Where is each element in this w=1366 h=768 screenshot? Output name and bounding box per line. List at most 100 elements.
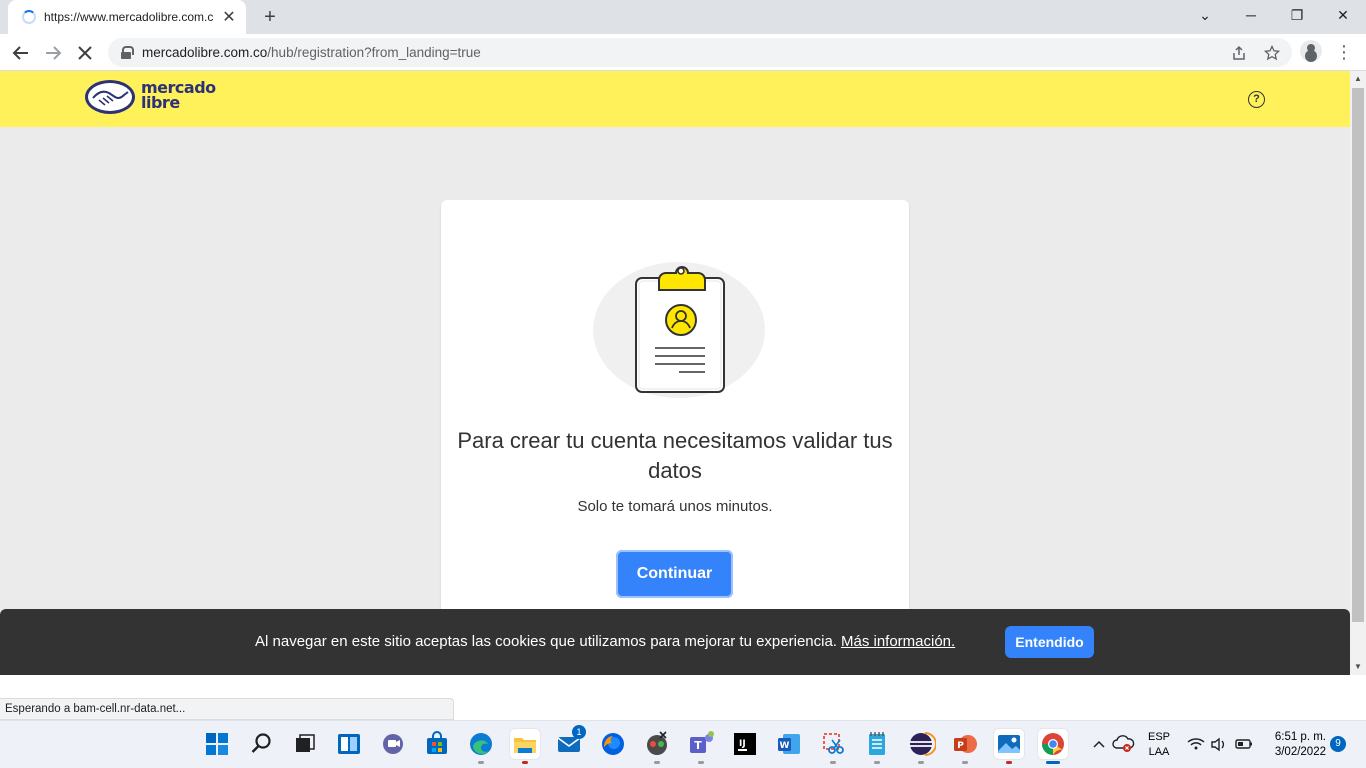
intellij-button[interactable]: IJ xyxy=(730,729,760,759)
word-button[interactable]: W xyxy=(774,729,804,759)
page-viewport: mercado libre ? Para crear tu cuenta nec… xyxy=(0,71,1350,675)
quick-settings-button[interactable] xyxy=(1184,729,1258,759)
snipping-tool-icon xyxy=(823,733,844,754)
share-icon[interactable] xyxy=(1226,40,1252,66)
notepad-button[interactable] xyxy=(862,729,892,764)
continue-button[interactable]: Continuar xyxy=(616,550,733,598)
notification-count-badge[interactable]: 9 xyxy=(1330,736,1346,752)
scrollbar-thumb[interactable] xyxy=(1352,88,1364,622)
close-window-button[interactable]: ✕ xyxy=(1320,0,1366,30)
back-arrow-icon xyxy=(12,46,28,60)
git-client-button[interactable] xyxy=(642,729,672,764)
forward-button[interactable] xyxy=(40,40,66,66)
intellij-icon: IJ xyxy=(734,733,756,755)
registration-card: Para crear tu cuenta necesitamos validar… xyxy=(441,200,909,620)
scroll-down-icon[interactable]: ▼ xyxy=(1350,659,1366,675)
snipping-running-indicator xyxy=(830,761,836,764)
tab-title: https://www.mercadolibre.com.co xyxy=(44,10,214,24)
svg-text:W: W xyxy=(780,741,790,751)
eclipse-button[interactable] xyxy=(906,729,937,764)
file-explorer-button[interactable] xyxy=(510,729,540,764)
notepad-icon xyxy=(869,732,885,755)
chrome-icon xyxy=(1042,733,1064,755)
svg-text:P: P xyxy=(957,741,964,751)
firefox-button[interactable] xyxy=(598,729,628,759)
task-view-button[interactable] xyxy=(290,729,320,759)
edge-icon xyxy=(470,733,492,755)
teams-running-indicator xyxy=(698,761,704,764)
chrome-button[interactable] xyxy=(1038,729,1068,764)
eclipse-running-indicator xyxy=(918,761,924,764)
accept-cookies-button[interactable]: Entendido xyxy=(1005,626,1094,658)
store-button[interactable] xyxy=(422,729,452,759)
minimize-button[interactable]: ─ xyxy=(1228,0,1274,30)
card-subtext: Solo te tomará unos minutos. xyxy=(577,498,773,515)
teams-icon: T xyxy=(690,731,714,753)
search-icon xyxy=(251,733,271,753)
eclipse-icon xyxy=(910,732,937,756)
clipboard-illustration-icon xyxy=(591,260,771,400)
help-icon[interactable]: ? xyxy=(1248,91,1265,108)
tab-search-button[interactable]: ⌄ xyxy=(1182,0,1228,30)
page-scrollbar[interactable]: ▲ ▼ xyxy=(1350,71,1366,675)
status-bar: Esperando a bam-cell.nr-data.net... xyxy=(0,698,454,720)
wifi-icon xyxy=(1187,738,1205,750)
word-icon: W xyxy=(778,734,800,754)
stop-icon xyxy=(78,46,92,60)
photos-button[interactable] xyxy=(994,729,1024,764)
new-tab-button[interactable]: + xyxy=(258,5,282,29)
logo-word-libre: libre xyxy=(141,93,180,112)
onedrive-status-button[interactable] xyxy=(1112,729,1136,759)
show-hidden-icons-button[interactable] xyxy=(1090,729,1108,759)
clock-date: 3/02/2022 xyxy=(1274,746,1326,758)
input-language-indicator[interactable]: ESP LAA xyxy=(1146,730,1172,760)
start-icon xyxy=(206,733,228,755)
powerpoint-icon: P xyxy=(954,735,977,753)
lang-line-1: ESP xyxy=(1147,731,1170,743)
url-path: /hub/registration?from_landing=true xyxy=(267,45,481,60)
powerpoint-button[interactable]: P xyxy=(950,729,980,764)
widgets-icon xyxy=(338,734,360,754)
profile-avatar-icon[interactable] xyxy=(1300,40,1322,62)
url-text: mercadolibre.com.co/hub/registration?fro… xyxy=(142,45,481,60)
cookie-message: Al navegar en este sitio aceptas las coo… xyxy=(255,633,955,650)
chrome-active-indicator xyxy=(1046,761,1060,764)
site-header: mercado libre ? xyxy=(0,71,1350,127)
address-bar[interactable]: mercadolibre.com.co/hub/registration?fro… xyxy=(108,38,1292,67)
git-running-indicator xyxy=(654,761,660,764)
start-button[interactable] xyxy=(202,729,232,759)
mail-badge: 1 xyxy=(572,725,586,739)
mercadolibre-logo[interactable]: mercado libre xyxy=(85,80,225,116)
browser-menu-icon[interactable]: ⋮ xyxy=(1334,40,1354,64)
git-icon xyxy=(647,731,667,755)
photos-attention-indicator xyxy=(1006,761,1012,764)
cloud-error-icon xyxy=(1112,735,1135,752)
handshake-logo-icon xyxy=(85,80,135,114)
search-button[interactable] xyxy=(246,729,276,759)
browser-tab[interactable]: https://www.mercadolibre.com.co ✕ xyxy=(8,0,246,34)
lang-line-2: LAA xyxy=(1148,746,1170,758)
edge-running-indicator xyxy=(478,761,484,764)
mail-button[interactable]: 1 xyxy=(554,725,586,759)
teams-chat-button[interactable] xyxy=(378,729,408,759)
forward-arrow-icon xyxy=(46,46,62,60)
stop-loading-button[interactable] xyxy=(72,40,98,66)
widgets-button[interactable] xyxy=(334,729,364,759)
cookie-banner: Al navegar en este sitio aceptas las coo… xyxy=(0,609,1350,675)
more-info-link[interactable]: Más información. xyxy=(841,633,955,650)
teams-button[interactable]: T xyxy=(686,729,716,764)
tab-close-icon[interactable]: ✕ xyxy=(220,7,238,27)
battery-icon xyxy=(1235,739,1252,749)
file-explorer-icon xyxy=(514,738,536,753)
system-clock[interactable]: 6:51 p. m. 3/02/2022 xyxy=(1264,730,1326,760)
restore-button[interactable]: ❐ xyxy=(1274,0,1320,30)
snipping-tool-button[interactable] xyxy=(818,729,848,764)
back-button[interactable] xyxy=(8,40,34,66)
logo-text: mercado libre xyxy=(141,80,216,112)
notepad-running-indicator xyxy=(874,761,880,764)
scroll-up-icon[interactable]: ▲ xyxy=(1350,71,1366,87)
bookmark-star-icon[interactable] xyxy=(1259,40,1285,66)
chevron-up-icon xyxy=(1093,740,1105,748)
cookie-text: Al navegar en este sitio aceptas las coo… xyxy=(255,633,837,650)
edge-button[interactable] xyxy=(466,729,496,764)
